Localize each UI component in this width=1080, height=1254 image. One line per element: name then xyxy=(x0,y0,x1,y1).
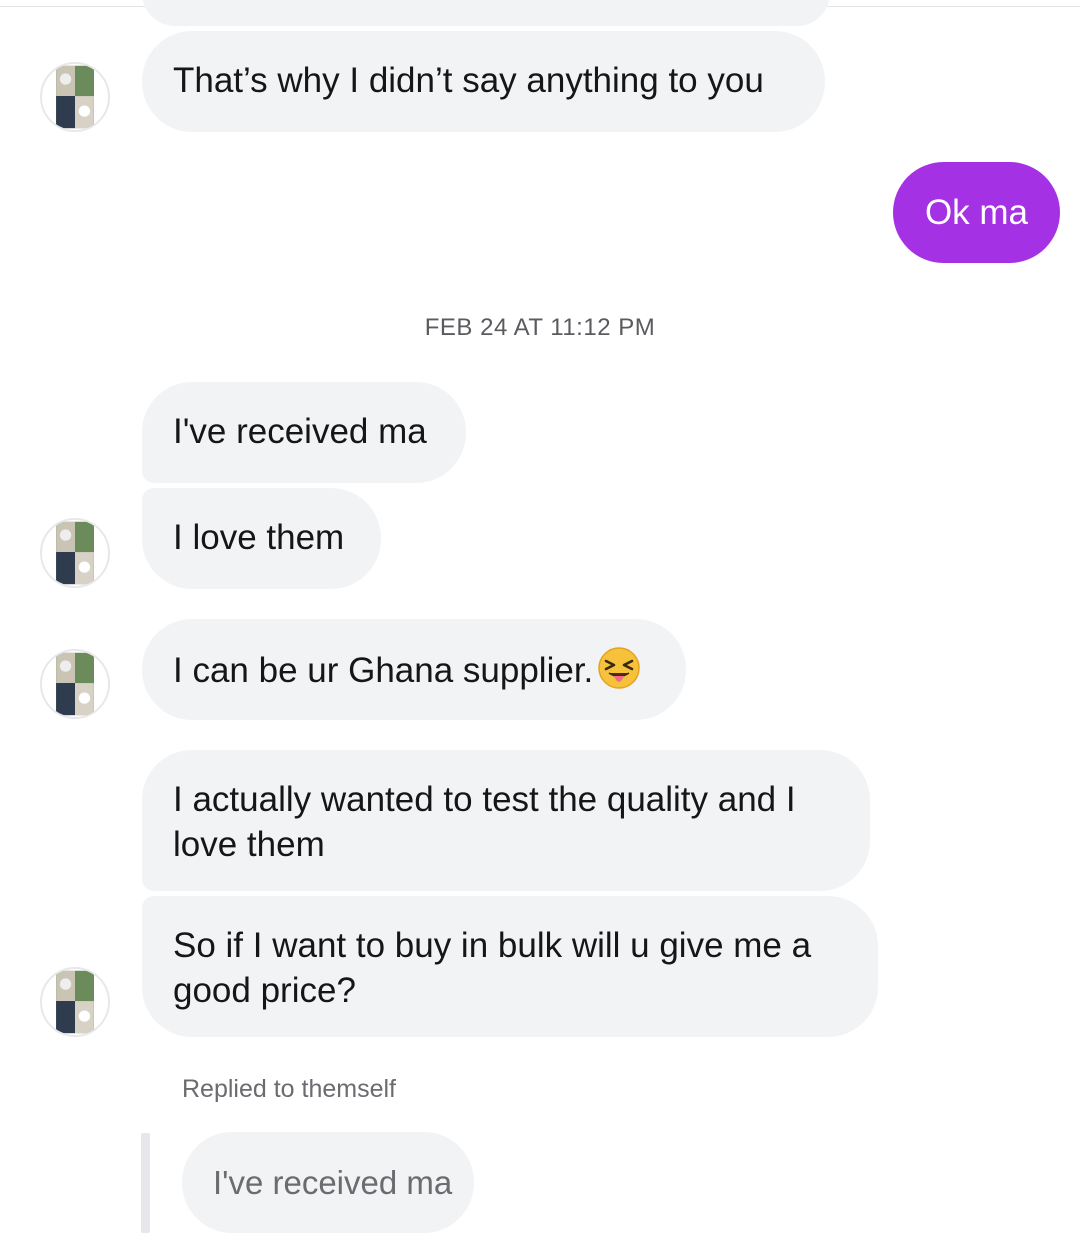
quoted-reply-bubble[interactable]: I've received ma xyxy=(182,1132,474,1233)
squinting-face-with-tongue-icon xyxy=(598,647,641,689)
contact-avatar[interactable] xyxy=(40,967,110,1037)
message-text: I can be ur Ghana supplier. xyxy=(173,651,594,690)
contact-avatar[interactable] xyxy=(40,62,110,132)
message-text: So if I want to buy in bulk will u give … xyxy=(173,926,812,1010)
quoted-message-text: I've received ma xyxy=(213,1163,453,1201)
avatar-photo-icon xyxy=(56,521,94,585)
message-text: Ok ma xyxy=(924,192,1029,232)
message-bubble-received[interactable]: I've received ma xyxy=(142,382,466,483)
message-bubble-received[interactable]: I can be ur Ghana supplier. xyxy=(142,619,686,720)
message-bubble-received[interactable]: I love them xyxy=(142,488,381,589)
message-text: That’s why I didn’t say anything to you xyxy=(173,61,764,100)
avatar-photo-icon xyxy=(56,65,94,129)
avatar-photo-icon xyxy=(56,970,94,1034)
reply-indicator-bar xyxy=(141,1133,150,1233)
conversation-timestamp: FEB 24 AT 11:12 PM xyxy=(424,314,656,341)
message-text: I actually wanted to test the quality an… xyxy=(173,780,796,864)
message-text: I've received ma xyxy=(173,412,427,451)
avatar-photo-icon xyxy=(56,652,94,716)
previous-message-bubble[interactable] xyxy=(142,0,830,26)
message-bubble-received[interactable]: I actually wanted to test the quality an… xyxy=(142,750,870,891)
message-bubble-sent[interactable]: Ok ma xyxy=(893,162,1060,263)
contact-avatar[interactable] xyxy=(40,649,110,719)
message-text: I love them xyxy=(173,518,345,557)
message-bubble-received[interactable]: So if I want to buy in bulk will u give … xyxy=(142,896,878,1037)
message-bubble-received[interactable]: That’s why I didn’t say anything to you xyxy=(142,31,825,132)
reply-context-label: Replied to themself xyxy=(182,1075,397,1103)
contact-avatar[interactable] xyxy=(40,518,110,588)
